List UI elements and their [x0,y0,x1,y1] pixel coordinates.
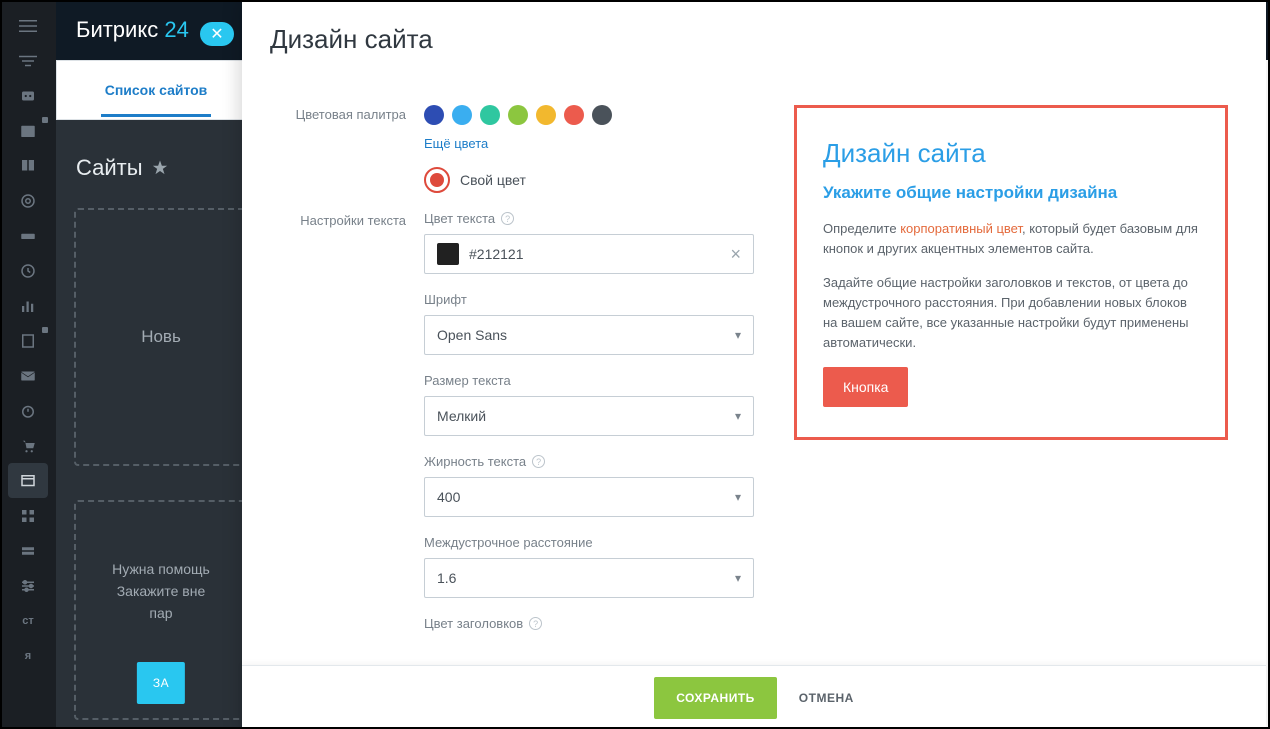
design-modal: Дизайн сайта Цветовая палитра [242,0,1266,729]
clock-icon[interactable] [0,253,56,288]
preview-link: корпоративный цвет [900,221,1022,236]
chevron-down-icon: ▾ [735,328,741,342]
text-size-select[interactable]: Мелкий ▾ [424,396,754,436]
own-color-radio-icon [424,167,450,193]
label-weight: Жирность текста ? [424,454,754,469]
cart-icon[interactable] [0,428,56,463]
text-color-input[interactable]: #212121 × [424,234,754,274]
tab-site-list[interactable]: Список сайтов [101,64,212,117]
info-icon[interactable]: ? [532,455,545,468]
label-text-size: Размер текста [424,373,754,388]
star-icon[interactable] [151,159,169,177]
clear-icon[interactable]: × [730,244,741,265]
sliders-icon[interactable] [0,568,56,603]
note-icon[interactable] [0,323,56,358]
label-font: Шрифт [424,292,754,307]
sites-heading: Сайты [76,155,169,181]
line-height-select[interactable]: 1.6 ▾ [424,558,754,598]
preview-heading-1: Дизайн сайта [823,138,1199,169]
book-icon[interactable] [0,148,56,183]
rail-text-ya[interactable]: я [0,638,56,673]
mail-icon[interactable] [0,358,56,393]
help-card: Нужна помощь Закажите вне пар ЗА [74,500,248,720]
target-icon[interactable] [0,183,56,218]
brand-name: Битрикс 24 [76,17,189,43]
chart-icon[interactable] [0,288,56,323]
preview-paragraph-1: Определите корпоративный цвет, который б… [823,219,1199,259]
form-column: Цветовая палитра Ещё цвета [264,105,754,665]
menu-icon[interactable] [0,8,56,43]
info-icon[interactable]: ? [529,617,542,630]
preview-button[interactable]: Кнопка [823,367,908,407]
more-colors-link[interactable]: Ещё цвета [424,136,488,151]
rail-text-ct[interactable]: ст [0,603,56,638]
info-icon[interactable]: ? [501,212,514,225]
chevron-down-icon: ▾ [735,409,741,423]
color-chip-icon [437,243,459,265]
timer-icon[interactable] [0,393,56,428]
chevron-down-icon: ▾ [735,571,741,585]
calendar-icon[interactable] [0,113,56,148]
preview-box: Дизайн сайта Укажите общие настройки диз… [794,105,1228,440]
preview-paragraph-2: Задайте общие настройки заголовков и тек… [823,273,1199,353]
help-order-button[interactable]: ЗА [137,662,185,704]
own-color-option[interactable]: Свой цвет [424,167,754,193]
own-color-label: Свой цвет [460,172,526,188]
modal-footer: СОХРАНИТЬ ОТМЕНА [242,665,1266,729]
label-text-color: Цвет текста ? [424,211,754,226]
close-slideout-button[interactable]: ✕ [200,22,234,46]
font-select[interactable]: Open Sans ▾ [424,315,754,355]
bg-tabs: Список сайтов [56,60,256,120]
color-swatches [424,105,754,125]
server-icon[interactable] [0,533,56,568]
swatch-blue[interactable] [424,105,444,125]
new-site-card[interactable]: Новь [74,208,248,466]
robot-icon[interactable] [0,78,56,113]
save-button[interactable]: СОХРАНИТЬ [654,677,777,719]
swatch-gray[interactable] [592,105,612,125]
preview-heading-2: Укажите общие настройки дизайна [823,183,1199,203]
swatch-green[interactable] [508,105,528,125]
left-rail: ст я [0,0,56,729]
swatch-sky[interactable] [452,105,472,125]
filter-icon[interactable] [0,43,56,78]
label-line-height: Междустрочное расстояние [424,535,754,550]
cancel-button[interactable]: ОТМЕНА [799,691,854,705]
swatch-yellow[interactable] [536,105,556,125]
swatch-red[interactable] [564,105,584,125]
swatch-teal[interactable] [480,105,500,125]
modal-header: Дизайн сайта [242,0,1266,69]
label-heading-color: Цвет заголовков ? [424,616,754,631]
label-text-settings: Настройки текста [264,211,424,649]
window-icon[interactable] [8,463,48,498]
modal-title: Дизайн сайта [270,24,1238,55]
apps-icon[interactable] [0,498,56,533]
drive-icon[interactable] [0,218,56,253]
weight-select[interactable]: 400 ▾ [424,477,754,517]
label-palette: Цветовая палитра [264,105,424,193]
chevron-down-icon: ▾ [735,490,741,504]
